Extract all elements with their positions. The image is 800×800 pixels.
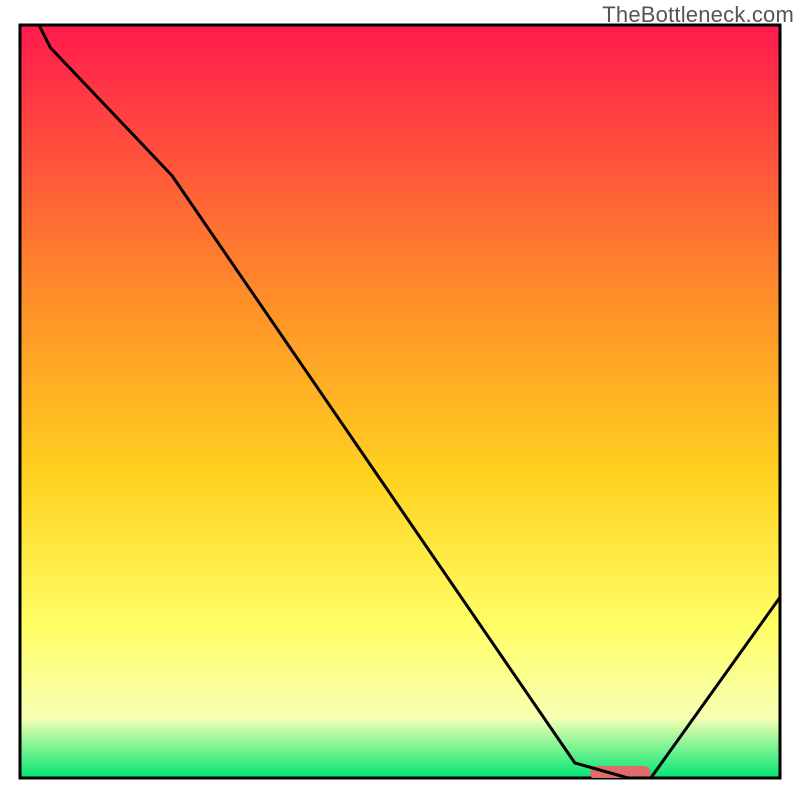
bottleneck-chart <box>0 0 800 800</box>
chart-frame: TheBottleneck.com <box>0 0 800 800</box>
watermark-text: TheBottleneck.com <box>602 2 794 28</box>
gradient-background <box>20 25 780 778</box>
